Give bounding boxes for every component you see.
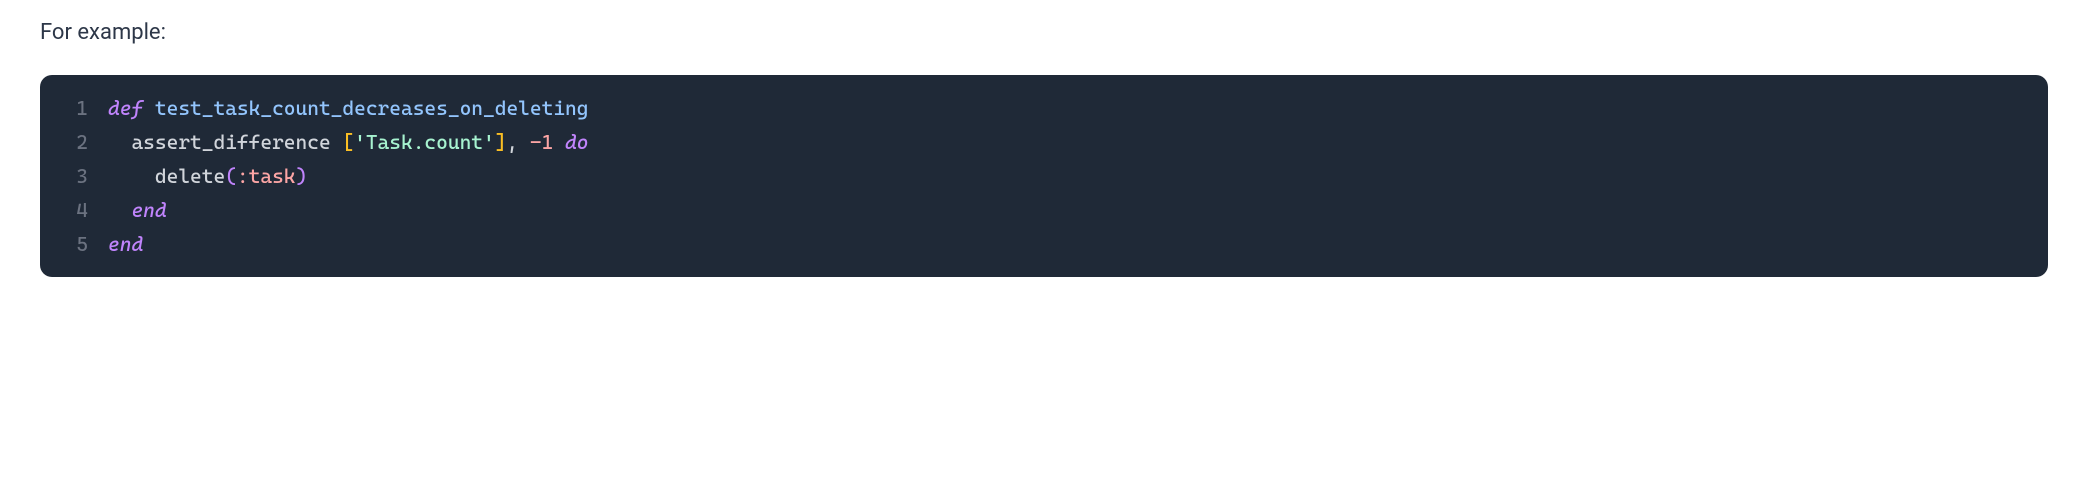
line-number: 4 <box>60 193 88 227</box>
code-line: 1 def test_task_count_decreases_on_delet… <box>60 91 2028 125</box>
code-token <box>143 96 155 120</box>
line-number: 5 <box>60 227 88 261</box>
code-token: do <box>565 130 588 154</box>
code-token: delete <box>108 164 225 188</box>
code-token <box>108 198 131 222</box>
code-token: test_task_count_decreases_on_deleting <box>155 96 589 120</box>
code-token: [ <box>342 130 354 154</box>
code-token: :task <box>237 164 296 188</box>
code-content: delete(:task) <box>108 159 307 193</box>
code-token: ] <box>495 130 507 154</box>
code-content: end <box>108 227 143 261</box>
code-token: 'Task.count' <box>354 130 495 154</box>
code-content: def test_task_count_decreases_on_deletin… <box>108 91 588 125</box>
line-number: 1 <box>60 91 88 125</box>
code-content: end <box>108 193 167 227</box>
code-token: end <box>108 232 143 256</box>
code-token: assert_difference <box>108 130 342 154</box>
code-line: 4 end <box>60 193 2028 227</box>
code-line: 2 assert_difference ['Task.count'], -1 d… <box>60 125 2028 159</box>
code-content: assert_difference ['Task.count'], -1 do <box>108 125 588 159</box>
code-token: def <box>108 96 143 120</box>
code-line: 5 end <box>60 227 2028 261</box>
code-token: ( <box>225 164 237 188</box>
code-token <box>553 130 565 154</box>
code-token: , <box>506 130 529 154</box>
code-line: 3 delete(:task) <box>60 159 2028 193</box>
code-token: -1 <box>530 130 553 154</box>
code-token: end <box>131 198 166 222</box>
intro-paragraph: For example: <box>40 20 2048 45</box>
line-number: 2 <box>60 125 88 159</box>
line-number: 3 <box>60 159 88 193</box>
code-block: 1 def test_task_count_decreases_on_delet… <box>40 75 2048 277</box>
code-token: ) <box>296 164 308 188</box>
